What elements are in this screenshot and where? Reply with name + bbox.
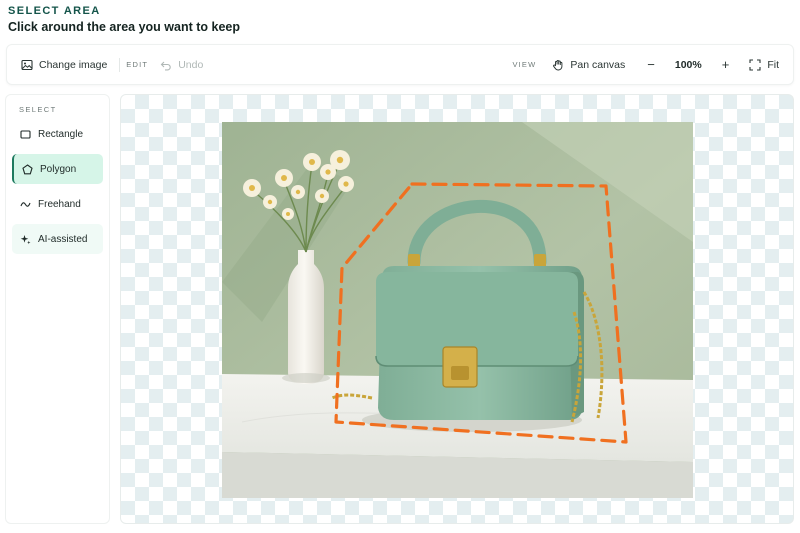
tool-label: AI-assisted	[38, 233, 88, 245]
image-icon	[21, 59, 33, 70]
undo-icon	[160, 61, 171, 70]
page-title: Click around the area you want to keep	[8, 20, 241, 34]
section-eyebrow: SELECT AREA	[8, 5, 101, 17]
edit-group-label: EDIT	[126, 60, 149, 69]
tool-label: Polygon	[40, 163, 77, 175]
change-image-button[interactable]: Change image	[15, 55, 113, 75]
sidebar-section-label: SELECT	[19, 105, 57, 114]
tool-ai-assisted[interactable]: AI-assisted	[12, 224, 103, 254]
zoom-in-button[interactable]: +	[716, 53, 736, 76]
tool-label: Rectangle	[38, 128, 84, 140]
editing-canvas[interactable]	[120, 94, 794, 524]
toolbar: Change image EDIT Undo VIEW Pan canvas −…	[6, 44, 794, 85]
vase-shadow	[282, 373, 330, 383]
undo-label: Undo	[178, 58, 204, 71]
handle-ring-left	[408, 254, 420, 268]
tool-freehand[interactable]: Freehand	[12, 189, 103, 219]
pan-canvas-button[interactable]: Pan canvas	[546, 55, 631, 75]
pan-canvas-label: Pan canvas	[570, 58, 626, 71]
minus-icon: −	[647, 57, 655, 72]
plus-icon: +	[721, 57, 730, 72]
view-group-label: VIEW	[512, 60, 537, 69]
undo-button[interactable]: Undo	[154, 55, 209, 75]
freehand-icon	[20, 201, 31, 207]
page-header: SELECT AREA Click around the area you wa…	[8, 5, 240, 34]
product-photo	[222, 122, 693, 498]
polygon-icon	[22, 163, 33, 174]
fit-icon	[749, 58, 761, 71]
sparkle-icon	[20, 234, 31, 244]
zoom-level: 100%	[674, 58, 702, 71]
fit-button[interactable]: Fit	[743, 55, 785, 75]
fit-label: Fit	[767, 58, 779, 71]
tool-label: Freehand	[38, 198, 81, 210]
zoom-out-button[interactable]: −	[641, 53, 661, 76]
white-vase	[288, 250, 324, 384]
hand-icon	[553, 59, 563, 70]
change-image-label: Change image	[39, 58, 108, 71]
handle-ring-right	[534, 254, 546, 268]
tool-polygon[interactable]: Polygon	[12, 154, 103, 184]
rectangle-icon	[20, 129, 31, 139]
tool-sidebar: SELECT Rectangle Polygon Freehand AI-ass…	[5, 94, 110, 524]
toolbar-divider	[119, 57, 121, 72]
clasp-lock	[451, 366, 469, 380]
tool-rectangle[interactable]: Rectangle	[12, 119, 103, 149]
